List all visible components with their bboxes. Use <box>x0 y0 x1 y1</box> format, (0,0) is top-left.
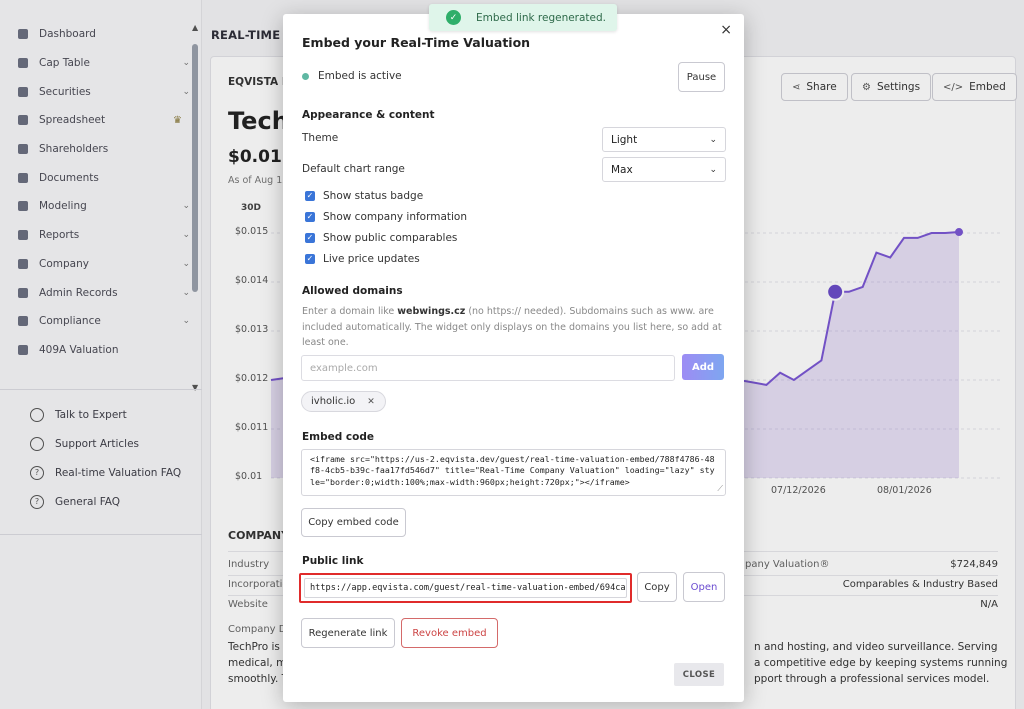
close-icon[interactable]: × <box>720 22 732 38</box>
allowed-domains-heading: Allowed domains <box>302 285 403 297</box>
copy-embed-button[interactable]: Copy embed code <box>301 508 406 537</box>
checkbox-icon[interactable]: ✓ <box>305 233 315 243</box>
close-button[interactable]: CLOSE <box>674 663 724 686</box>
modal-title: Embed your Real-Time Valuation <box>302 35 531 50</box>
chevron-down-icon: ⌄ <box>709 164 717 175</box>
chart-range-select[interactable]: Max ⌄ <box>602 157 726 182</box>
theme-select[interactable]: Light ⌄ <box>602 127 726 152</box>
status-text: Embed is active <box>318 70 402 82</box>
pause-button[interactable]: Pause <box>678 62 725 92</box>
remove-icon[interactable]: ✕ <box>367 397 375 407</box>
domain-chip: ivholic.io ✕ <box>301 391 386 412</box>
copy-link-button[interactable]: Copy <box>637 572 677 602</box>
revoke-embed-button[interactable]: Revoke embed <box>401 618 498 648</box>
appearance-heading: Appearance & content <box>302 109 435 121</box>
embed-modal: Embed your Real-Time Valuation × Embed i… <box>283 14 744 702</box>
checkbox-status-badge[interactable]: ✓ Show status badge <box>305 190 423 202</box>
chart-range-label: Default chart range <box>302 163 405 175</box>
domain-input[interactable]: example.com <box>301 355 675 381</box>
check-circle-icon: ✓ <box>446 10 461 25</box>
open-link-button[interactable]: Open <box>683 572 725 602</box>
public-link-heading: Public link <box>302 555 364 567</box>
checkbox-icon[interactable]: ✓ <box>305 212 315 222</box>
embed-code-textarea[interactable]: <iframe src="https://us-2.eqvista.dev/gu… <box>301 449 726 496</box>
add-domain-button[interactable]: Add <box>682 354 724 380</box>
success-toast: ✓ Embed link regenerated. <box>429 4 617 31</box>
checkbox-icon[interactable]: ✓ <box>305 191 315 201</box>
checkbox-public-comparables[interactable]: ✓ Show public comparables <box>305 232 457 244</box>
public-link-highlight: https://app.eqvista.com/guest/real-time-… <box>299 573 632 603</box>
embed-status: Embed is active <box>302 70 402 82</box>
theme-label: Theme <box>302 132 339 144</box>
toast-text: Embed link regenerated. <box>476 11 607 24</box>
public-link-input[interactable]: https://app.eqvista.com/guest/real-time-… <box>304 578 627 598</box>
checkbox-live-price[interactable]: ✓ Live price updates <box>305 253 420 265</box>
checkbox-company-info[interactable]: ✓ Show company information <box>305 211 467 223</box>
checkbox-icon[interactable]: ✓ <box>305 254 315 264</box>
domains-help-text: Enter a domain like webwings.cz (no http… <box>302 306 722 348</box>
status-dot-icon <box>302 72 309 80</box>
embed-code-heading: Embed code <box>302 431 374 443</box>
resize-handle-icon[interactable]: ⟋ <box>717 483 723 494</box>
regenerate-link-button[interactable]: Regenerate link <box>301 618 395 648</box>
chevron-down-icon: ⌄ <box>709 134 717 145</box>
